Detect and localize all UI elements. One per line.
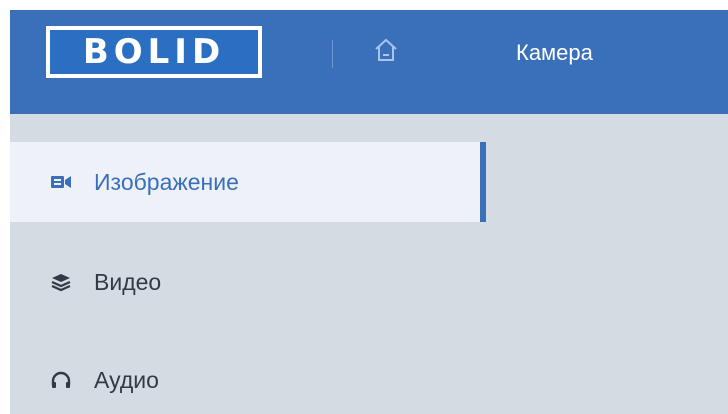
home-icon[interactable] — [370, 34, 402, 66]
logo-badge: BOLID — [50, 30, 258, 74]
bolid-logo[interactable]: BOLID — [46, 26, 262, 78]
camera-icon — [50, 171, 72, 193]
sidebar-item-label: Аудио — [94, 366, 159, 393]
sidebar-item-image[interactable]: Изображение — [10, 142, 480, 222]
app-frame: BOLID Камера Изображение Видео Аудио — [10, 10, 728, 414]
headphones-icon — [50, 369, 72, 391]
logo-text: BOLID — [82, 32, 226, 72]
sidebar-item-video[interactable]: Видео — [10, 242, 486, 322]
header-divider — [332, 40, 333, 68]
layers-icon — [50, 271, 72, 293]
top-bar: BOLID Камера — [10, 10, 728, 114]
sidebar-item-label: Видео — [94, 268, 162, 295]
sidebar-item-audio[interactable]: Аудио — [10, 340, 486, 414]
active-indicator — [480, 142, 486, 222]
page-title[interactable]: Камера — [516, 40, 593, 66]
sidebar-item-label: Изображение — [94, 168, 239, 195]
